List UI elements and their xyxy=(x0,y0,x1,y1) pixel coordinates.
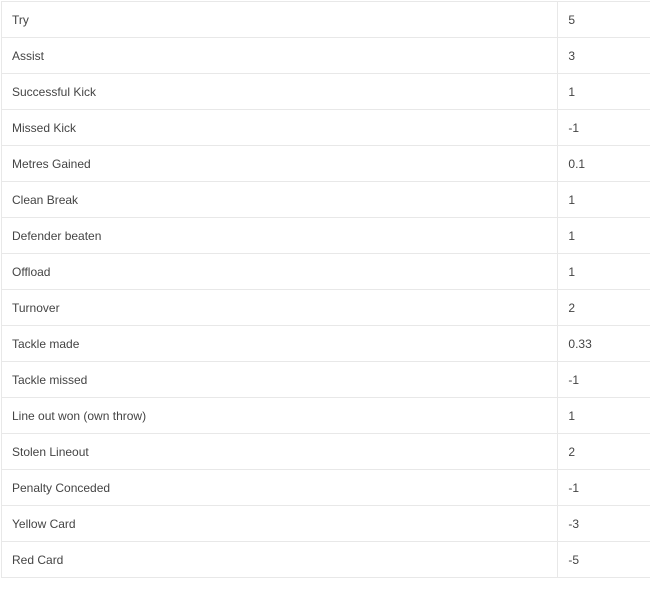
points-cell: 5 xyxy=(558,2,650,38)
points-cell: -1 xyxy=(558,470,650,506)
action-cell: Offload xyxy=(2,254,558,290)
table-row: Turnover 2 xyxy=(2,290,650,326)
action-cell: Successful Kick xyxy=(2,74,558,110)
table-row: Missed Kick -1 xyxy=(2,110,650,146)
points-cell: 2 xyxy=(558,290,650,326)
points-cell: -3 xyxy=(558,506,650,542)
scoring-table-body: Try 5 Assist 3 Successful Kick 1 Missed … xyxy=(2,2,650,578)
action-cell: Penalty Conceded xyxy=(2,470,558,506)
action-cell: Missed Kick xyxy=(2,110,558,146)
table-row: Stolen Lineout 2 xyxy=(2,434,650,470)
action-cell: Turnover xyxy=(2,290,558,326)
table-row: Offload 1 xyxy=(2,254,650,290)
table-row: Yellow Card -3 xyxy=(2,506,650,542)
points-cell: 1 xyxy=(558,218,650,254)
points-cell: 1 xyxy=(558,398,650,434)
action-cell: Clean Break xyxy=(2,182,558,218)
table-row: Successful Kick 1 xyxy=(2,74,650,110)
points-cell: 2 xyxy=(558,434,650,470)
action-cell: Tackle made xyxy=(2,326,558,362)
action-cell: Tackle missed xyxy=(2,362,558,398)
table-row: Tackle missed -1 xyxy=(2,362,650,398)
table-row: Try 5 xyxy=(2,2,650,38)
table-row: Penalty Conceded -1 xyxy=(2,470,650,506)
action-cell: Metres Gained xyxy=(2,146,558,182)
action-cell: Yellow Card xyxy=(2,506,558,542)
scoring-table: Try 5 Assist 3 Successful Kick 1 Missed … xyxy=(1,1,650,578)
points-cell: 3 xyxy=(558,38,650,74)
table-row: Assist 3 xyxy=(2,38,650,74)
points-cell: 0.33 xyxy=(558,326,650,362)
table-row: Metres Gained 0.1 xyxy=(2,146,650,182)
points-cell: 1 xyxy=(558,74,650,110)
table-row: Red Card -5 xyxy=(2,542,650,578)
table-row: Tackle made 0.33 xyxy=(2,326,650,362)
action-cell: Line out won (own throw) xyxy=(2,398,558,434)
points-cell: 1 xyxy=(558,254,650,290)
action-cell: Assist xyxy=(2,38,558,74)
table-row: Defender beaten 1 xyxy=(2,218,650,254)
points-cell: 0.1 xyxy=(558,146,650,182)
points-cell: 1 xyxy=(558,182,650,218)
table-row: Line out won (own throw) 1 xyxy=(2,398,650,434)
points-cell: -5 xyxy=(558,542,650,578)
action-cell: Try xyxy=(2,2,558,38)
points-cell: -1 xyxy=(558,362,650,398)
action-cell: Defender beaten xyxy=(2,218,558,254)
action-cell: Red Card xyxy=(2,542,558,578)
points-cell: -1 xyxy=(558,110,650,146)
table-row: Clean Break 1 xyxy=(2,182,650,218)
action-cell: Stolen Lineout xyxy=(2,434,558,470)
